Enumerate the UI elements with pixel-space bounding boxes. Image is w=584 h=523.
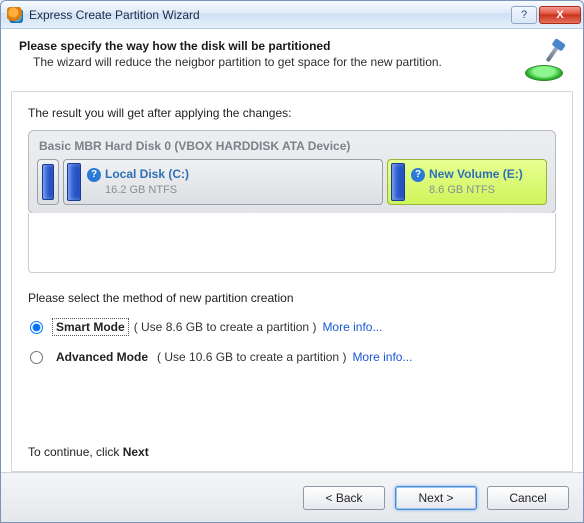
disk-preview: Basic MBR Hard Disk 0 (VBOX HARDDISK ATA… [28,130,556,214]
mode-smart-row[interactable]: Smart Mode ( Use 8.6 GB to create a part… [30,319,556,335]
mode-smart-desc: ( Use 8.6 GB to create a partition ) [134,320,317,334]
wizard-header: Please specify the way how the disk will… [1,29,583,91]
continue-action: Next [123,445,149,459]
partition-bar-icon [391,163,405,201]
partition-name: New Volume (E:) [429,167,523,183]
continue-prefix: To continue, click [28,445,123,459]
partition-new-volume[interactable]: ? New Volume (E:) 8.6 GB NTFS [387,159,547,205]
partition-row: ? Local Disk (C:) 16.2 GB NTFS ? New Vol… [37,159,547,205]
result-label: The result you will get after applying t… [28,106,556,120]
method-label: Please select the method of new partitio… [28,291,556,305]
partition-local-disk[interactable]: ? Local Disk (C:) 16.2 GB NTFS [63,159,383,205]
titlebar: Express Create Partition Wizard ? X [1,1,583,29]
disk-preview-lower [28,213,556,273]
partition-bar-icon [42,164,54,200]
mode-smart-more-link[interactable]: More info... [322,320,382,334]
back-button[interactable]: < Back [303,486,385,510]
help-button[interactable]: ? [511,6,537,24]
app-icon [7,7,23,23]
mode-advanced-radio[interactable] [30,351,43,364]
header-text: Please specify the way how the disk will… [19,39,523,69]
continue-hint: To continue, click Next [28,427,556,459]
mode-advanced-desc: ( Use 10.6 GB to create a partition ) [157,350,346,364]
window-title: Express Create Partition Wizard [29,8,509,22]
mode-advanced-name: Advanced Mode [53,349,151,365]
partition-bar-icon [67,163,81,201]
mode-smart-radio[interactable] [30,321,43,334]
info-icon: ? [87,168,101,182]
content-panel: The result you will get after applying t… [11,91,573,472]
button-bar: < Back Next > Cancel [1,472,583,522]
partition-size: 16.2 GB NTFS [105,183,189,197]
disk-title: Basic MBR Hard Disk 0 (VBOX HARDDISK ATA… [39,139,547,153]
partition-size: 8.6 GB NTFS [429,183,523,197]
header-sub: The wizard will reduce the neigbor parti… [19,55,523,69]
partition-system-reserved[interactable] [37,159,59,205]
mode-advanced-more-link[interactable]: More info... [352,350,412,364]
cancel-button[interactable]: Cancel [487,486,569,510]
header-heading: Please specify the way how the disk will… [19,39,523,53]
partition-name: Local Disk (C:) [105,167,189,183]
mode-advanced-row[interactable]: Advanced Mode ( Use 10.6 GB to create a … [30,349,556,365]
wizard-icon [523,39,567,83]
mode-smart-name: Smart Mode [53,319,128,335]
wizard-window: Express Create Partition Wizard ? X Plea… [0,0,584,523]
next-button[interactable]: Next > [395,486,477,510]
info-icon: ? [411,168,425,182]
close-button[interactable]: X [539,6,581,24]
